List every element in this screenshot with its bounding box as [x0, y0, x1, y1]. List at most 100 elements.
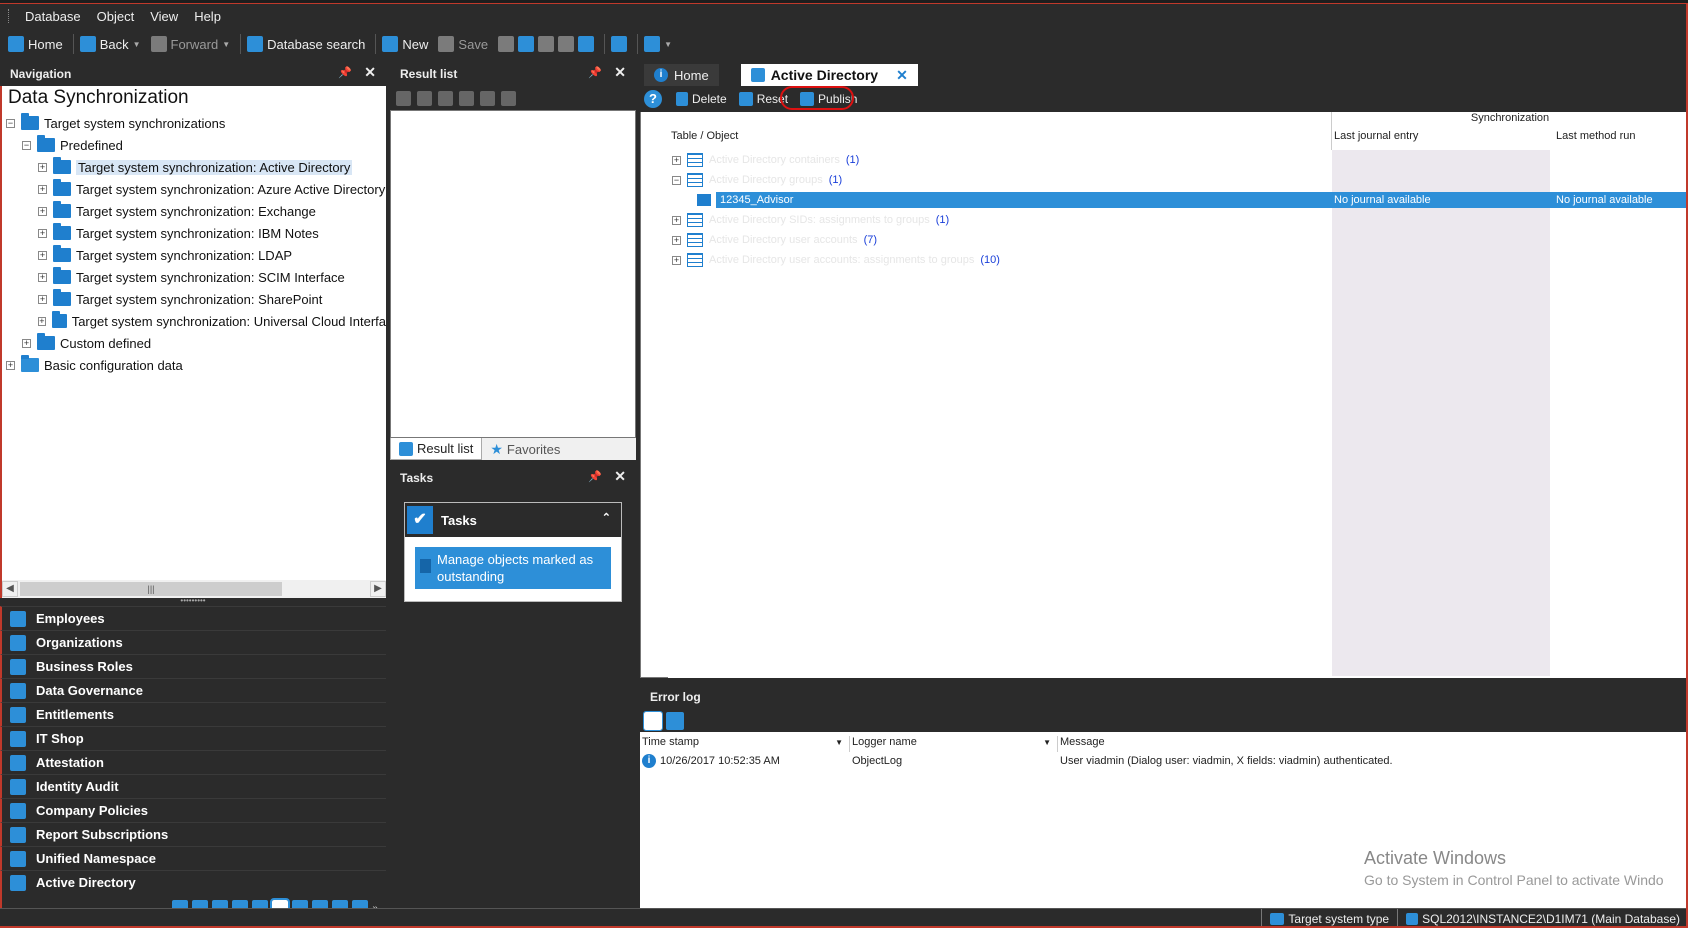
tab-home[interactable]: i Home — [644, 64, 719, 86]
splitter[interactable]: ••••••••• — [0, 597, 386, 606]
tree-node-item[interactable]: + Target system synchronization: LDAP — [2, 244, 386, 266]
scroll-track[interactable]: ||| — [18, 582, 370, 596]
tab-favorites[interactable]: ★ Favorites — [482, 438, 568, 460]
close-icon[interactable]: ✕ — [614, 64, 626, 81]
favorites-button[interactable] — [611, 36, 628, 52]
close-icon[interactable]: ✕ — [614, 468, 626, 485]
log-row[interactable]: i 10/26/2017 10:52:35 AM ObjectLog User … — [640, 752, 1688, 770]
new-button[interactable]: New — [382, 36, 428, 52]
back-button[interactable]: Back ▼ — [79, 36, 141, 52]
close-tab-icon[interactable]: ✕ — [896, 67, 908, 84]
col-table-object[interactable]: Table / Object — [671, 130, 738, 148]
task-manage-outstanding[interactable]: Manage objects marked as outstanding — [415, 547, 611, 589]
tree-node-basic[interactable]: + Basic configuration data — [2, 354, 386, 376]
expand-icon[interactable]: + — [38, 206, 47, 216]
nav-button-attestation[interactable]: Attestation — [0, 750, 386, 774]
refresh-icon[interactable] — [578, 36, 595, 52]
nav-button-data-governance[interactable]: Data Governance — [0, 678, 386, 702]
nav-button-report-subscriptions[interactable]: Report Subscriptions — [0, 822, 386, 846]
refresh-icon[interactable] — [459, 90, 474, 106]
expand-icon[interactable]: + — [38, 184, 47, 194]
expand-icon[interactable]: + — [38, 294, 47, 304]
expand-icon[interactable]: + — [38, 272, 47, 282]
scroll-thumb[interactable]: ||| — [20, 582, 282, 596]
print-button[interactable]: ▼ — [644, 36, 672, 52]
table-row-selected[interactable]: 12345_Advisor No journal available No jo… — [668, 190, 1688, 210]
nav-button-identity-audit[interactable]: Identity Audit — [0, 774, 386, 798]
scroll-right-icon[interactable]: ▶ — [370, 581, 386, 597]
col-time-stamp[interactable]: Time stamp ▼ — [640, 736, 850, 752]
new-icon[interactable] — [417, 90, 432, 106]
expand-icon[interactable]: + — [38, 316, 46, 326]
nav-button-organizations[interactable]: Organizations — [0, 630, 386, 654]
tree-node-item[interactable]: + Target system synchronization: SCIM Int… — [2, 266, 386, 288]
col-message[interactable]: Message — [1058, 736, 1688, 752]
horizontal-scrollbar[interactable]: ◀ ||| ▶ — [0, 580, 386, 598]
document-icon[interactable] — [518, 36, 535, 52]
nav-button-active-directory[interactable]: Active Directory — [0, 870, 386, 894]
camera-icon[interactable] — [498, 36, 515, 52]
tasks-title[interactable]: ✔ Tasks ⌃ — [405, 503, 621, 537]
expand-icon[interactable]: + — [672, 235, 681, 245]
edit-icon[interactable] — [396, 90, 411, 106]
menu-database[interactable]: Database — [25, 9, 81, 24]
delete-button[interactable]: Delete — [676, 92, 727, 106]
tree-node-predefined[interactable]: − Predefined — [2, 134, 386, 156]
close-icon[interactable]: ✕ — [364, 64, 376, 81]
delete-icon[interactable] — [438, 90, 453, 106]
expand-icon[interactable]: + — [672, 215, 681, 225]
search-icon[interactable] — [480, 90, 495, 106]
save-button[interactable]: Save — [438, 36, 488, 52]
home-button[interactable]: Home — [8, 36, 63, 52]
collapse-icon[interactable]: − — [672, 175, 681, 185]
menu-object[interactable]: Object — [97, 9, 135, 24]
table-row[interactable]: + Active Directory user accounts (7) — [668, 230, 1688, 250]
tab-active-directory[interactable]: Active Directory ✕ — [740, 64, 918, 86]
collapse-up-icon[interactable]: ⌃ — [602, 511, 611, 524]
pin-icon[interactable]: 📌 — [588, 66, 602, 79]
collapse-icon[interactable]: − — [6, 118, 15, 128]
tree-node-item[interactable]: + Target system synchronization: IBM Note… — [2, 222, 386, 244]
help-icon[interactable]: ? — [644, 90, 662, 108]
tree-node-item[interactable]: + Target system synchronization: Exchange — [2, 200, 386, 222]
table-row[interactable]: + Active Directory user accounts: assignm… — [668, 250, 1688, 270]
collapse-icon[interactable]: − — [22, 140, 31, 150]
table-row[interactable]: + Active Directory SIDs: assignments to g… — [668, 210, 1688, 230]
pin-icon[interactable]: 📌 — [588, 470, 602, 483]
scroll-left-icon[interactable]: ◀ — [2, 581, 18, 597]
nav-button-company-policies[interactable]: Company Policies — [0, 798, 386, 822]
expand-icon[interactable]: + — [38, 228, 47, 238]
filter-icon[interactable] — [501, 90, 516, 106]
log-view-icon[interactable] — [643, 711, 663, 731]
expand-icon[interactable]: + — [672, 155, 681, 165]
menu-view[interactable]: View — [150, 9, 178, 24]
table-row[interactable]: + Active Directory containers (1) — [668, 150, 1688, 170]
result-list-body[interactable] — [390, 110, 636, 438]
nav-button-it-shop[interactable]: IT Shop — [0, 726, 386, 750]
col-logger-name[interactable]: Logger name ▼ — [850, 736, 1058, 752]
menu-help[interactable]: Help — [194, 9, 221, 24]
expand-icon[interactable]: + — [22, 338, 31, 348]
tree-node-item[interactable]: + Target system synchronization: Azure Ac… — [2, 178, 386, 200]
col-last-method[interactable]: Last method run — [1556, 130, 1636, 148]
col-last-journal[interactable]: Last journal entry — [1334, 130, 1418, 148]
table-row[interactable]: − Active Directory groups (1) — [668, 170, 1688, 190]
expand-icon[interactable]: + — [38, 250, 47, 260]
selected-object[interactable]: 12345_Advisor No journal available No jo… — [716, 192, 1688, 208]
expand-icon[interactable]: + — [672, 255, 681, 265]
nav-button-employees[interactable]: Employees — [0, 606, 386, 630]
tab-result-list[interactable]: Result list — [390, 438, 483, 460]
undo-icon[interactable] — [558, 36, 575, 52]
log-copy-icon[interactable] — [666, 712, 684, 730]
tree-node-item[interactable]: + Target system synchronization: Universa… — [2, 310, 386, 332]
pin-icon[interactable]: 📌 — [338, 66, 352, 79]
tree-node-root[interactable]: − Target system synchronizations — [2, 112, 386, 134]
forward-button[interactable]: Forward ▼ — [150, 36, 230, 52]
tree-node-custom[interactable]: + Custom defined — [2, 332, 386, 354]
tree-node-item[interactable]: + Target system synchronization: SharePoi… — [2, 288, 386, 310]
expand-icon[interactable]: + — [6, 360, 15, 370]
dropdown-icon[interactable]: ▼ — [1043, 738, 1051, 747]
expand-icon[interactable]: + — [38, 162, 47, 172]
database-search-button[interactable]: Database search — [247, 36, 365, 52]
dropdown-icon[interactable]: ▼ — [835, 738, 843, 747]
